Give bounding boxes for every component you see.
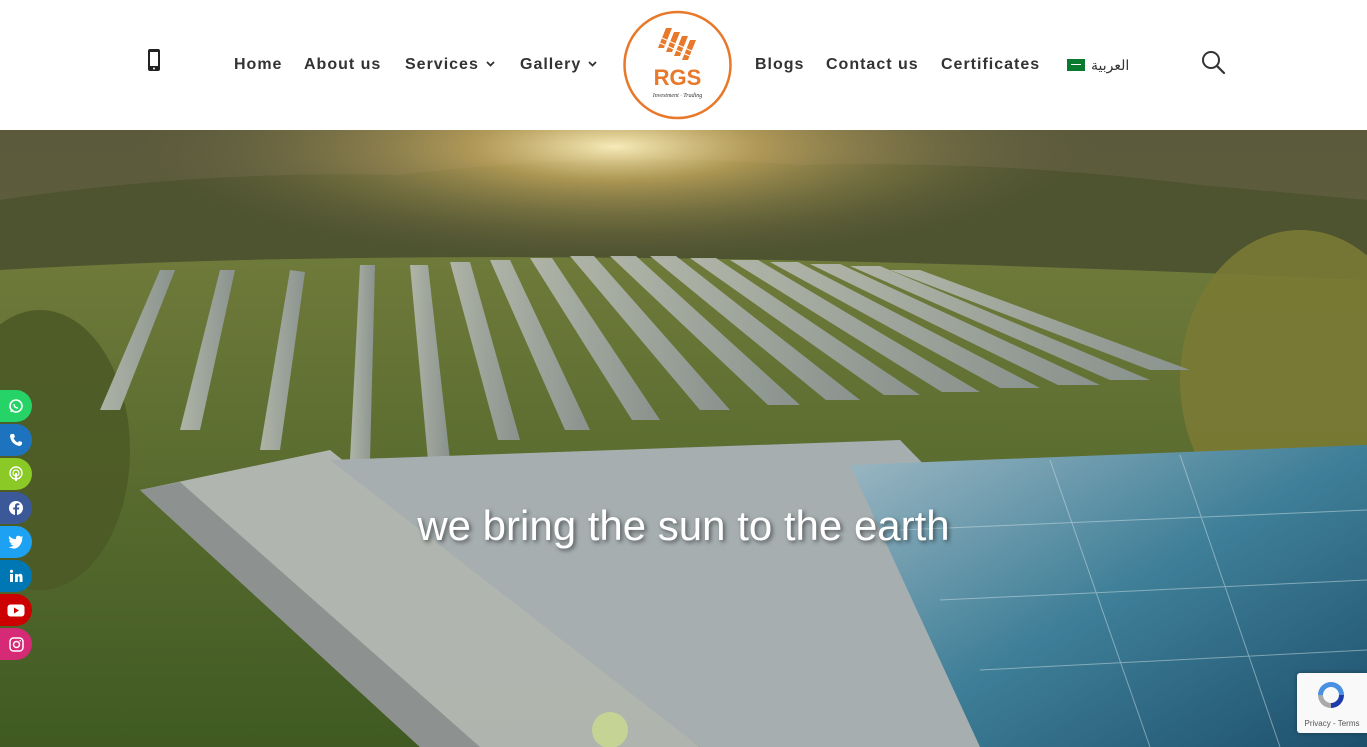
logo-text: RGS bbox=[654, 65, 702, 90]
saudi-flag-icon bbox=[1067, 59, 1085, 71]
chevron-down-icon bbox=[486, 61, 495, 67]
hero-tagline: we bring the sun to the earth bbox=[417, 502, 950, 549]
phone-button[interactable] bbox=[0, 424, 32, 456]
nav-certificates[interactable]: Certificates bbox=[941, 56, 1040, 76]
recaptcha-terms[interactable]: Privacy - Terms bbox=[1299, 719, 1365, 728]
twitter-button[interactable] bbox=[0, 526, 32, 558]
nav-gallery[interactable]: Gallery bbox=[520, 56, 597, 76]
hero-banner: we bring the sun to the earth bbox=[0, 130, 1367, 747]
search-icon[interactable] bbox=[1200, 49, 1226, 75]
nav-gallery-label: Gallery bbox=[520, 56, 582, 73]
instagram-icon bbox=[8, 636, 24, 652]
mobile-phone-icon[interactable] bbox=[146, 48, 162, 72]
rgs-logo[interactable]: RGS Investment · Trading bbox=[622, 10, 733, 120]
nav-blogs[interactable]: Blogs bbox=[755, 56, 804, 76]
whatsapp-icon bbox=[9, 399, 23, 413]
chevron-down-icon bbox=[588, 61, 597, 67]
linkedin-icon bbox=[9, 569, 23, 582]
twitter-icon bbox=[8, 535, 23, 549]
nav-about-us[interactable]: About us bbox=[304, 56, 381, 76]
linkedin-button[interactable] bbox=[0, 560, 32, 592]
nav-contact-us[interactable]: Contact us bbox=[826, 56, 919, 76]
recaptcha-badge[interactable]: Privacy - Terms bbox=[1297, 673, 1367, 733]
youtube-icon bbox=[7, 604, 25, 616]
nav-services-label: Services bbox=[405, 56, 479, 73]
facebook-button[interactable] bbox=[0, 492, 32, 524]
rgs-logo-graphic: RGS Investment · Trading bbox=[623, 10, 732, 120]
site-header: Home About us Services Gallery RGS Inves… bbox=[0, 0, 1367, 130]
podcast-button[interactable] bbox=[0, 458, 32, 490]
recaptcha-icon bbox=[1318, 682, 1344, 708]
language-label: العربية bbox=[1091, 57, 1130, 73]
nav-services[interactable]: Services bbox=[405, 56, 495, 76]
youtube-button[interactable] bbox=[0, 594, 32, 626]
podcast-icon bbox=[9, 466, 23, 481]
instagram-button[interactable] bbox=[0, 628, 32, 660]
whatsapp-button[interactable] bbox=[0, 390, 32, 422]
facebook-icon bbox=[9, 501, 23, 516]
logo-subtitle: Investment · Trading bbox=[652, 93, 703, 99]
phone-icon bbox=[10, 434, 22, 446]
solar-field-background bbox=[0, 130, 1367, 747]
nav-home[interactable]: Home bbox=[234, 56, 282, 76]
